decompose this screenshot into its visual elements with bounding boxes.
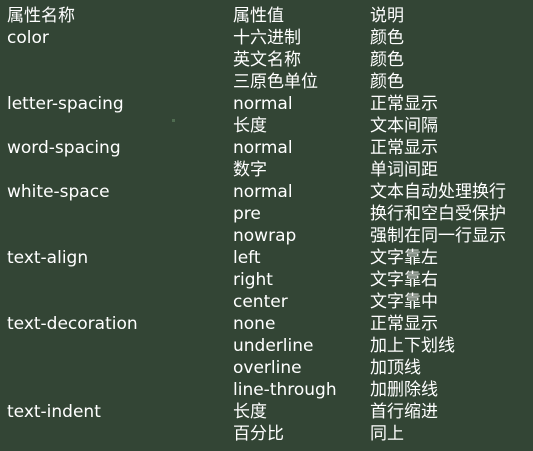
property-value: normal bbox=[233, 94, 293, 114]
property-description: 颜色 bbox=[370, 50, 404, 70]
header-property-value: 属性值 bbox=[233, 6, 284, 26]
property-description: 正常显示 bbox=[370, 314, 438, 334]
property-value: 英文名称 bbox=[233, 50, 301, 70]
table-row: pre 换行和空白受保护 bbox=[0, 203, 533, 225]
property-description: 文字靠右 bbox=[370, 270, 438, 290]
property-description: 换行和空白受保护 bbox=[370, 204, 506, 224]
property-value: nowrap bbox=[233, 226, 297, 246]
table-row: line-through 加删除线 bbox=[0, 379, 533, 401]
property-description: 加顶线 bbox=[370, 358, 421, 378]
property-description: 同上 bbox=[370, 424, 404, 444]
property-description: 文字靠中 bbox=[370, 292, 438, 312]
property-description: 强制在同一行显示 bbox=[370, 226, 506, 246]
property-name: white-space bbox=[7, 182, 110, 202]
table-row: 数字 单词间距 bbox=[0, 159, 533, 181]
property-name: letter-spacing bbox=[7, 94, 124, 114]
property-value: left bbox=[233, 248, 261, 268]
header-description: 说明 bbox=[370, 6, 404, 26]
table-row: letter-spacing normal 正常显示 bbox=[0, 93, 533, 115]
table-row: center 文字靠中 bbox=[0, 291, 533, 313]
table-row: text-align left 文字靠左 bbox=[0, 247, 533, 269]
table-row: text-indent 长度 首行缩进 bbox=[0, 401, 533, 423]
table-row: white-space normal 文本自动处理换行 bbox=[0, 181, 533, 203]
table-row: nowrap 强制在同一行显示 bbox=[0, 225, 533, 247]
property-description: 颜色 bbox=[370, 72, 404, 92]
table-row: text-decoration none 正常显示 bbox=[0, 313, 533, 335]
property-description: 颜色 bbox=[370, 28, 404, 48]
property-description: 正常显示 bbox=[370, 94, 438, 114]
property-description: 单词间距 bbox=[370, 160, 438, 180]
table-row: color 十六进制 颜色 bbox=[0, 27, 533, 49]
property-value: 长度 bbox=[233, 116, 267, 136]
property-description: 文本间隔 bbox=[370, 116, 438, 136]
header-property-name: 属性名称 bbox=[7, 6, 75, 26]
property-value: 三原色单位 bbox=[233, 72, 318, 92]
property-value: 十六进制 bbox=[233, 28, 301, 48]
property-value: pre bbox=[233, 204, 261, 224]
css-text-properties-table: 属性名称 属性值 说明 color 十六进制 颜色 英文名称 颜色 三原色单位 … bbox=[0, 0, 533, 451]
table-row: 英文名称 颜色 bbox=[0, 49, 533, 71]
table-row: 三原色单位 颜色 bbox=[0, 71, 533, 93]
property-name: text-decoration bbox=[7, 314, 138, 334]
property-name: word-spacing bbox=[7, 138, 121, 158]
property-description: 加上下划线 bbox=[370, 336, 455, 356]
property-name: text-align bbox=[7, 248, 89, 268]
property-name: text-indent bbox=[7, 402, 101, 422]
property-description: 加删除线 bbox=[370, 380, 438, 400]
property-description: 文本自动处理换行 bbox=[370, 182, 506, 202]
property-value: 长度 bbox=[233, 402, 267, 422]
property-description: 首行缩进 bbox=[370, 402, 438, 422]
property-value: underline bbox=[233, 336, 314, 356]
table-row: overline 加顶线 bbox=[0, 357, 533, 379]
property-value: center bbox=[233, 292, 288, 312]
table-row: word-spacing normal 正常显示 bbox=[0, 137, 533, 159]
property-value: 数字 bbox=[233, 160, 267, 180]
property-value: overline bbox=[233, 358, 302, 378]
property-value: line-through bbox=[233, 380, 337, 400]
table-row: 百分比 同上 bbox=[0, 423, 533, 445]
property-description: 文字靠左 bbox=[370, 248, 438, 268]
property-value: 百分比 bbox=[233, 424, 284, 444]
table-row: 长度 文本间隔 bbox=[0, 115, 533, 137]
table-row: underline 加上下划线 bbox=[0, 335, 533, 357]
table-row: right 文字靠右 bbox=[0, 269, 533, 291]
property-value: none bbox=[233, 314, 276, 334]
property-value: normal bbox=[233, 182, 293, 202]
property-name: color bbox=[7, 28, 49, 48]
table-header-row: 属性名称 属性值 说明 bbox=[0, 5, 533, 27]
property-description: 正常显示 bbox=[370, 138, 438, 158]
property-value: right bbox=[233, 270, 273, 290]
property-value: normal bbox=[233, 138, 293, 158]
